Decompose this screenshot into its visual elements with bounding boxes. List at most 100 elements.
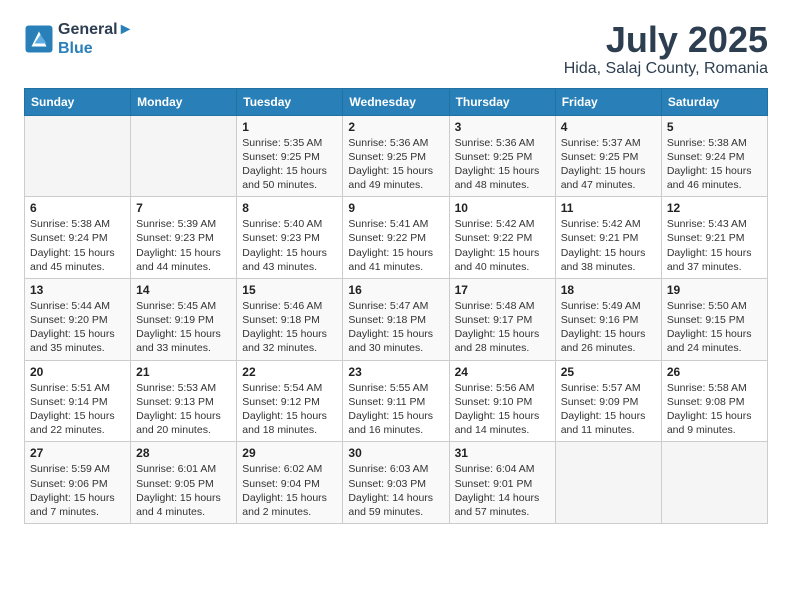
calendar-cell: 22 Sunrise: 5:54 AM Sunset: 9:12 PM Dayli… [237, 360, 343, 442]
calendar-cell: 21 Sunrise: 5:53 AM Sunset: 9:13 PM Dayli… [131, 360, 237, 442]
day-info: Sunrise: 5:46 AM Sunset: 9:18 PM Dayligh… [242, 299, 337, 356]
day-number: 5 [667, 120, 762, 134]
header: General► Blue July 2025 Hida, Salaj Coun… [24, 20, 768, 78]
calendar-cell [25, 115, 131, 197]
main-title: July 2025 [564, 20, 768, 60]
day-info: Sunrise: 5:50 AM Sunset: 9:15 PM Dayligh… [667, 299, 762, 356]
calendar-cell: 20Sunrise: 5:51 AM Sunset: 9:14 PM Dayli… [25, 360, 131, 442]
day-info: Sunrise: 6:01 AM Sunset: 9:05 PM Dayligh… [136, 462, 231, 519]
day-number: 31 [455, 446, 550, 460]
calendar-cell: 4 Sunrise: 5:37 AM Sunset: 9:25 PM Daylig… [555, 115, 661, 197]
day-info: Sunrise: 5:42 AM Sunset: 9:22 PM Dayligh… [455, 217, 550, 274]
calendar-cell [131, 115, 237, 197]
day-info: Sunrise: 5:56 AM Sunset: 9:10 PM Dayligh… [455, 381, 550, 438]
logo-text: General► Blue [58, 20, 133, 58]
day-number: 15 [242, 283, 337, 297]
days-of-week-row: SundayMondayTuesdayWednesdayThursdayFrid… [25, 88, 768, 115]
day-number: 1 [242, 120, 337, 134]
calendar-cell: 8 Sunrise: 5:40 AM Sunset: 9:23 PM Daylig… [237, 197, 343, 279]
calendar-cell: 5 Sunrise: 5:38 AM Sunset: 9:24 PM Daylig… [661, 115, 767, 197]
day-number: 16 [348, 283, 443, 297]
day-number: 2 [348, 120, 443, 134]
day-info: Sunrise: 5:38 AM Sunset: 9:24 PM Dayligh… [667, 136, 762, 193]
calendar-cell: 29 Sunrise: 6:02 AM Sunset: 9:04 PM Dayli… [237, 442, 343, 524]
day-info: Sunrise: 5:42 AM Sunset: 9:21 PM Dayligh… [561, 217, 656, 274]
day-number: 24 [455, 365, 550, 379]
day-info: Sunrise: 5:37 AM Sunset: 9:25 PM Dayligh… [561, 136, 656, 193]
sub-title: Hida, Salaj County, Romania [564, 60, 768, 78]
day-number: 25 [561, 365, 656, 379]
day-info: Sunrise: 5:43 AM Sunset: 9:21 PM Dayligh… [667, 217, 762, 274]
dow-header: Monday [131, 88, 237, 115]
day-info: Sunrise: 6:04 AM Sunset: 9:01 PM Dayligh… [455, 462, 550, 519]
calendar-cell: 12Sunrise: 5:43 AM Sunset: 9:21 PM Dayli… [661, 197, 767, 279]
day-number: 22 [242, 365, 337, 379]
calendar-cell: 15 Sunrise: 5:46 AM Sunset: 9:18 PM Dayli… [237, 278, 343, 360]
calendar-cell: 24 Sunrise: 5:56 AM Sunset: 9:10 PM Dayli… [449, 360, 555, 442]
day-number: 21 [136, 365, 231, 379]
day-info: Sunrise: 5:58 AM Sunset: 9:08 PM Dayligh… [667, 381, 762, 438]
dow-header: Sunday [25, 88, 131, 115]
calendar-cell: 6 Sunrise: 5:38 AM Sunset: 9:24 PM Daylig… [25, 197, 131, 279]
calendar-cell: 2 Sunrise: 5:36 AM Sunset: 9:25 PM Daylig… [343, 115, 449, 197]
calendar-week-row: 20Sunrise: 5:51 AM Sunset: 9:14 PM Dayli… [25, 360, 768, 442]
day-number: 26 [667, 365, 762, 379]
day-info: Sunrise: 5:40 AM Sunset: 9:23 PM Dayligh… [242, 217, 337, 274]
calendar-cell: 28 Sunrise: 6:01 AM Sunset: 9:05 PM Dayli… [131, 442, 237, 524]
day-info: Sunrise: 5:47 AM Sunset: 9:18 PM Dayligh… [348, 299, 443, 356]
day-number: 27 [30, 446, 125, 460]
day-number: 14 [136, 283, 231, 297]
calendar-cell: 7Sunrise: 5:39 AM Sunset: 9:23 PM Daylig… [131, 197, 237, 279]
day-number: 7 [136, 201, 231, 215]
day-number: 11 [561, 201, 656, 215]
title-block: July 2025 Hida, Salaj County, Romania [564, 20, 768, 78]
dow-header: Wednesday [343, 88, 449, 115]
calendar-cell: 10 Sunrise: 5:42 AM Sunset: 9:22 PM Dayli… [449, 197, 555, 279]
day-info: Sunrise: 5:35 AM Sunset: 9:25 PM Dayligh… [242, 136, 337, 193]
calendar-cell: 26 Sunrise: 5:58 AM Sunset: 9:08 PM Dayli… [661, 360, 767, 442]
calendar-cell [555, 442, 661, 524]
day-info: Sunrise: 5:53 AM Sunset: 9:13 PM Dayligh… [136, 381, 231, 438]
calendar-week-row: 27 Sunrise: 5:59 AM Sunset: 9:06 PM Dayli… [25, 442, 768, 524]
day-number: 4 [561, 120, 656, 134]
calendar-cell: 9Sunrise: 5:41 AM Sunset: 9:22 PM Daylig… [343, 197, 449, 279]
dow-header: Thursday [449, 88, 555, 115]
calendar-cell: 17Sunrise: 5:48 AM Sunset: 9:17 PM Dayli… [449, 278, 555, 360]
day-number: 8 [242, 201, 337, 215]
calendar-cell: 25Sunrise: 5:57 AM Sunset: 9:09 PM Dayli… [555, 360, 661, 442]
calendar-cell: 18Sunrise: 5:49 AM Sunset: 9:16 PM Dayli… [555, 278, 661, 360]
day-number: 10 [455, 201, 550, 215]
calendar-cell: 1 Sunrise: 5:35 AM Sunset: 9:25 PM Daylig… [237, 115, 343, 197]
day-info: Sunrise: 5:36 AM Sunset: 9:25 PM Dayligh… [348, 136, 443, 193]
calendar-body: 1 Sunrise: 5:35 AM Sunset: 9:25 PM Daylig… [25, 115, 768, 523]
day-info: Sunrise: 5:38 AM Sunset: 9:24 PM Dayligh… [30, 217, 125, 274]
day-info: Sunrise: 6:02 AM Sunset: 9:04 PM Dayligh… [242, 462, 337, 519]
day-info: Sunrise: 5:36 AM Sunset: 9:25 PM Dayligh… [455, 136, 550, 193]
day-number: 6 [30, 201, 125, 215]
calendar-cell: 14 Sunrise: 5:45 AM Sunset: 9:19 PM Dayli… [131, 278, 237, 360]
day-info: Sunrise: 5:44 AM Sunset: 9:20 PM Dayligh… [30, 299, 125, 356]
day-number: 28 [136, 446, 231, 460]
calendar-cell [661, 442, 767, 524]
day-number: 23 [348, 365, 443, 379]
calendar-week-row: 1 Sunrise: 5:35 AM Sunset: 9:25 PM Daylig… [25, 115, 768, 197]
day-info: Sunrise: 5:45 AM Sunset: 9:19 PM Dayligh… [136, 299, 231, 356]
dow-header: Saturday [661, 88, 767, 115]
day-info: Sunrise: 5:59 AM Sunset: 9:06 PM Dayligh… [30, 462, 125, 519]
day-info: Sunrise: 5:41 AM Sunset: 9:22 PM Dayligh… [348, 217, 443, 274]
day-number: 29 [242, 446, 337, 460]
day-number: 20 [30, 365, 125, 379]
day-number: 30 [348, 446, 443, 460]
dow-header: Tuesday [237, 88, 343, 115]
day-number: 3 [455, 120, 550, 134]
calendar-cell: 30 Sunrise: 6:03 AM Sunset: 9:03 PM Dayli… [343, 442, 449, 524]
day-number: 18 [561, 283, 656, 297]
day-number: 13 [30, 283, 125, 297]
day-info: Sunrise: 6:03 AM Sunset: 9:03 PM Dayligh… [348, 462, 443, 519]
calendar-cell: 3 Sunrise: 5:36 AM Sunset: 9:25 PM Daylig… [449, 115, 555, 197]
day-number: 17 [455, 283, 550, 297]
calendar-cell: 31 Sunrise: 6:04 AM Sunset: 9:01 PM Dayli… [449, 442, 555, 524]
page: General► Blue July 2025 Hida, Salaj Coun… [0, 0, 792, 544]
calendar-cell: 13 Sunrise: 5:44 AM Sunset: 9:20 PM Dayli… [25, 278, 131, 360]
day-info: Sunrise: 5:54 AM Sunset: 9:12 PM Dayligh… [242, 381, 337, 438]
